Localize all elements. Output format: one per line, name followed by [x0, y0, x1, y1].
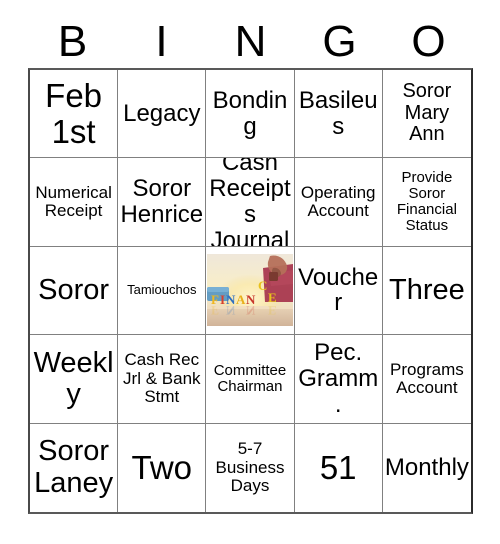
bingo-cell-label: Soror Mary Ann [402, 80, 452, 146]
bingo-cell-label: Three [389, 273, 465, 306]
bingo-cell-r2c3[interactable]: Cash Receipts Journal [206, 158, 295, 247]
finance-letter-c: C [258, 278, 267, 293]
finance-blocks-image: F I N A N C E F N N E [206, 254, 293, 327]
bingo-cell-label: 5-7 Business Days [215, 439, 285, 495]
finance-blocks-photo: F I N A N C E F N N E [206, 254, 293, 327]
bingo-cell-label: Pec. Gramm. [298, 339, 379, 418]
bingo-cell-label: Operating Account [300, 182, 376, 221]
finance-letter-i: I [220, 292, 225, 307]
bingo-cell-label: Two [131, 448, 193, 486]
finance-letter-a: A [236, 292, 246, 307]
bingo-cell-r4c3[interactable]: Committee Chairman [206, 335, 295, 424]
svg-text:F: F [211, 303, 219, 318]
bingo-cell-r5c4[interactable]: 51 [294, 423, 383, 512]
bingo-cell-r3c3[interactable]: F I N A N C E F N N E [206, 246, 295, 336]
bingo-cell-r1c4[interactable]: Basileus [294, 70, 383, 159]
bingo-cell-label: Tamiouchos [127, 282, 197, 298]
bingo-header-letter-b: B [57, 17, 88, 66]
bingo-cell-r3c5[interactable]: Three [382, 246, 471, 336]
svg-text:E: E [268, 303, 277, 318]
bingo-cell-label: Voucher [298, 263, 379, 317]
bingo-cell-r3c4[interactable]: Voucher [294, 246, 383, 336]
bingo-header-row: B I N G O [28, 16, 473, 68]
bingo-grid: Feb 1st Legacy Bonding Basileus Soror Ma… [28, 68, 473, 514]
bingo-cell-r5c2[interactable]: Two [118, 423, 207, 512]
bingo-cell-label: 51 [319, 448, 357, 486]
bingo-cell-r4c5[interactable]: Programs Account [382, 335, 471, 424]
bingo-cell-label: Soror Laney [34, 435, 114, 499]
bingo-cell-r1c3[interactable]: Bonding [206, 70, 295, 159]
svg-text:N: N [246, 303, 256, 318]
bingo-header-letter-i: I [155, 17, 168, 66]
bingo-cell-r1c1[interactable]: Feb 1st [30, 70, 119, 159]
bingo-cell-r5c3[interactable]: 5-7 Business Days [206, 423, 295, 512]
bingo-cell-label: Provide Soror Financial Status [396, 168, 457, 235]
bingo-cell-label: Cash Receipts Journal [209, 158, 291, 247]
bingo-cell-label: Numerical Receipt [35, 182, 112, 221]
bingo-cell-r2c5[interactable]: Provide Soror Financial Status [382, 158, 471, 247]
bingo-cell-r3c2[interactable]: Tamiouchos [118, 246, 207, 336]
bingo-cell-r1c2[interactable]: Legacy [118, 70, 207, 159]
bingo-cell-r3c1[interactable]: Soror [30, 246, 119, 336]
finance-letter-e: E [268, 290, 277, 305]
bingo-header-letter-g: G [322, 17, 357, 66]
bingo-cell-label: Soror Henrice [120, 175, 204, 229]
bingo-header-letter-n: N [234, 17, 267, 66]
bingo-cell-r2c4[interactable]: Operating Account [294, 158, 383, 247]
bingo-cell-label: Legacy [123, 99, 201, 127]
bingo-card: B I N G O Feb 1st Legacy Bonding Basileu… [0, 0, 500, 544]
bingo-cell-label: Programs Account [390, 359, 464, 397]
bingo-cell-r2c2[interactable]: Soror Henrice [118, 158, 207, 247]
svg-text:N: N [226, 303, 236, 318]
bingo-cell-r2c1[interactable]: Numerical Receipt [30, 158, 119, 247]
bingo-cell-label: Weekly [33, 346, 114, 410]
bingo-cell-label: Feb 1st [45, 77, 103, 150]
bingo-cell-r5c1[interactable]: Soror Laney [30, 423, 119, 512]
bingo-cell-r4c4[interactable]: Pec. Gramm. [294, 335, 383, 424]
bingo-cell-r4c2[interactable]: Cash Rec Jrl & Bank Stmt [118, 335, 207, 424]
bingo-cell-r5c5[interactable]: Monthly [382, 423, 471, 512]
bingo-cell-label: Bonding [212, 86, 288, 140]
bingo-cell-r1c5[interactable]: Soror Mary Ann [382, 70, 471, 159]
bingo-cell-label: Committee Chairman [213, 361, 287, 395]
bingo-cell-label: Basileus [298, 86, 378, 140]
bingo-cell-label: Soror [38, 273, 110, 306]
bingo-header-letter-o: O [411, 17, 446, 66]
bingo-cell-label: Cash Rec Jrl & Bank Stmt [123, 350, 201, 407]
bingo-cell-label: Monthly [384, 453, 469, 481]
bingo-cell-r4c1[interactable]: Weekly [30, 335, 119, 424]
